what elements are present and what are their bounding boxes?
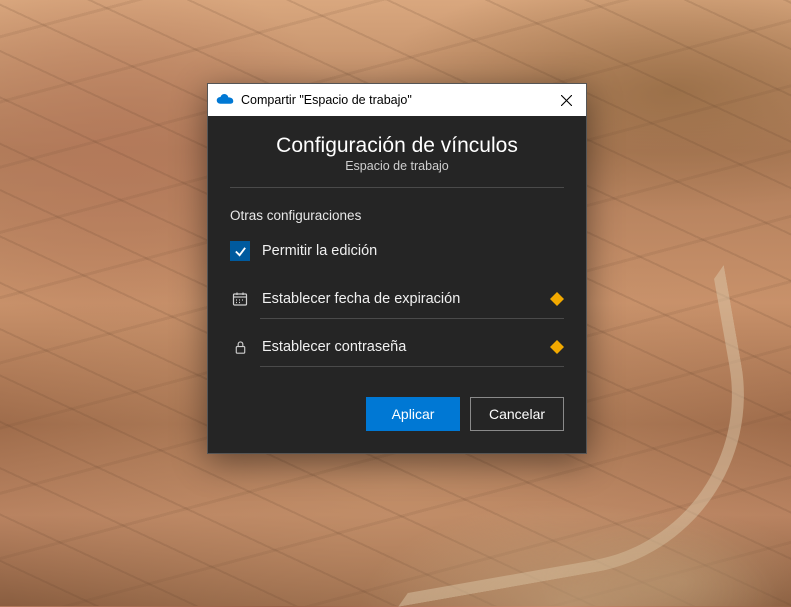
calendar-icon — [230, 289, 250, 309]
check-icon — [234, 245, 247, 258]
expiration-row[interactable]: Establecer fecha de expiración — [230, 283, 564, 315]
premium-diamond-icon — [550, 340, 564, 354]
divider — [230, 187, 564, 188]
titlebar: Compartir "Espacio de trabajo" — [208, 84, 586, 116]
dialog-subtitle: Espacio de trabajo — [230, 159, 564, 173]
window-title: Compartir "Espacio de trabajo" — [241, 93, 546, 107]
lock-icon — [230, 337, 250, 357]
premium-diamond-icon — [550, 292, 564, 306]
button-row: Aplicar Cancelar — [230, 397, 564, 431]
cancel-button[interactable]: Cancelar — [470, 397, 564, 431]
allow-editing-checkbox[interactable] — [230, 241, 250, 261]
allow-editing-label: Permitir la edición — [262, 243, 564, 259]
apply-button[interactable]: Aplicar — [366, 397, 460, 431]
allow-editing-row[interactable]: Permitir la edición — [230, 235, 564, 267]
dialog-body: Configuración de vínculos Espacio de tra… — [208, 116, 586, 453]
dialog-title: Configuración de vínculos — [230, 134, 564, 158]
onedrive-icon — [216, 91, 234, 109]
close-icon — [561, 95, 572, 106]
expiration-label: Establecer fecha de expiración — [262, 291, 538, 307]
close-button[interactable] — [546, 84, 586, 116]
password-row[interactable]: Establecer contraseña — [230, 331, 564, 363]
share-dialog: Compartir "Espacio de trabajo" Configura… — [207, 83, 587, 454]
password-label: Establecer contraseña — [262, 339, 538, 355]
other-settings-label: Otras configuraciones — [230, 208, 564, 223]
